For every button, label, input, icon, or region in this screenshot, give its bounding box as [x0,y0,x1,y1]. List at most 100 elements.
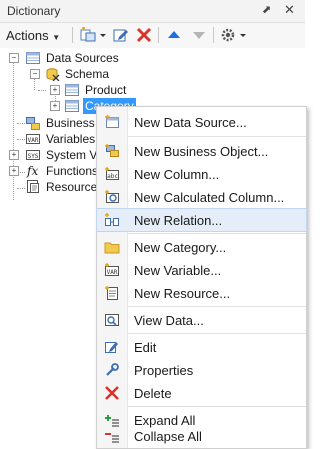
menu-item-new-relation[interactable]: New Relation... [96,208,307,232]
menu-item-label: New Category... [134,240,227,255]
expand-toggle[interactable]: + [9,166,19,176]
tree-connector [34,78,35,90]
function-icon: fx [27,164,39,178]
edit-button[interactable] [113,27,129,43]
collapse-toggle[interactable]: − [9,53,19,63]
menu-item-label: New Variable... [134,263,222,278]
menu-item-new-category[interactable]: New Category... [97,236,306,258]
menu-item-label: Delete [134,386,172,401]
close-icon[interactable]: ✕ [284,2,295,18]
menu-item-label: New Business Object... [134,144,269,159]
delete-button[interactable] [136,27,152,43]
menu-item-label: Collapse All [134,429,202,444]
menu-item-edit[interactable]: Edit [97,336,306,358]
arrow-up-icon [168,31,180,38]
properties-icon [106,363,119,376]
toolbar-separator [213,27,214,43]
new-item-icon [80,27,106,42]
menu-item-new-variable[interactable]: VAR New Variable... [97,259,306,281]
delete-icon [105,386,119,400]
new-resource-icon [105,286,118,300]
arrow-down-icon [193,32,205,39]
tree-item-label: Product [85,83,127,97]
edit-icon [105,342,118,353]
panel-title-bar: Dictionary ⬈ ✕ [0,0,305,23]
new-business-object-icon [105,144,119,157]
menu-item-label: View Data... [134,313,204,328]
menu-item-label: New Calculated Column... [134,190,285,205]
tree-item-label: Schema [65,67,110,81]
menu-item-new-calculated-column[interactable]: New Calculated Column... [97,186,306,208]
menu-item-delete[interactable]: Delete [97,382,306,404]
menu-item-view-data[interactable]: View Data... [97,309,306,331]
tree-item-label: Resources [46,180,104,194]
data-sources-icon [26,52,40,64]
collapse-all-icon [105,433,119,443]
tree-item-label: Variables [46,132,96,146]
toolbar: Actions ▼ [0,23,305,49]
tree-connector [38,90,46,91]
svg-text:SYS: SYS [28,153,39,160]
move-down-button[interactable] [192,27,206,43]
menu-item-label: Edit [134,340,157,355]
expand-toggle[interactable]: + [9,150,19,160]
menu-item-new-column[interactable]: abc New Column... [97,163,306,185]
menu-separator [128,306,306,307]
tree-item-label: Functions [46,164,99,178]
gear-icon [221,28,246,42]
expand-toggle[interactable]: + [50,85,60,95]
settings-dropdown-button[interactable] [220,27,250,43]
toolbar-separator [158,27,159,43]
chevron-down-icon: ▼ [52,33,61,42]
folder-icon [104,242,120,254]
system-variables-icon: SYS [26,150,40,160]
panel-title: Dictionary [7,4,61,18]
new-data-source-icon [105,115,119,128]
context-menu: New Data Source... New Business Object..… [96,106,307,449]
menu-item-collapse-all[interactable]: Collapse All [97,425,306,447]
menu-item-label: New Data Source... [134,115,247,130]
table-icon [65,100,79,112]
menu-separator [128,406,306,407]
new-column-icon: abc [105,167,119,180]
menu-separator [128,233,306,234]
view-data-icon [105,314,119,326]
new-calculated-column-icon [105,190,119,203]
menu-item-label: New Relation... [134,213,223,228]
expand-toggle[interactable]: + [50,101,60,111]
new-relation-icon [105,213,119,226]
menu-item-new-resource[interactable]: New Resource... [97,282,306,304]
delete-icon [136,27,152,43]
menu-item-label: New Resource... [134,286,231,301]
tree-connector [17,139,25,140]
pin-icon[interactable]: ⬈ [262,3,271,16]
menu-item-new-business-object[interactable]: New Business Object... [97,140,306,162]
menu-separator [128,136,306,137]
database-icon [46,68,60,81]
edit-icon [113,29,128,42]
tree-item-label: Data Sources [46,51,119,65]
resources-icon [27,180,39,193]
table-icon [65,84,79,96]
new-variable-icon: VAR [105,263,119,276]
svg-text:VAR: VAR [107,269,118,276]
menu-item-new-data-source[interactable]: New Data Source... [97,111,306,133]
actions-label: Actions [6,28,49,43]
tree-connector [17,123,25,124]
new-item-dropdown-button[interactable] [80,27,108,43]
menu-item-label: New Column... [134,167,220,182]
collapse-toggle[interactable]: − [30,69,40,79]
svg-text:abc: abc [107,173,118,180]
menu-item-properties[interactable]: Properties [97,359,306,381]
tree-connector [17,188,25,189]
variables-icon: VAR [26,134,40,144]
svg-text:VAR: VAR [28,137,39,144]
move-up-button[interactable] [167,27,181,43]
tree-item-label: System Va [46,148,104,162]
actions-dropdown-button[interactable]: Actions ▼ [6,28,60,43]
business-objects-icon [26,117,40,130]
menu-item-label: Properties [134,363,194,378]
tree-connector [13,63,14,200]
toolbar-separator [72,27,73,43]
menu-separator [128,333,306,334]
